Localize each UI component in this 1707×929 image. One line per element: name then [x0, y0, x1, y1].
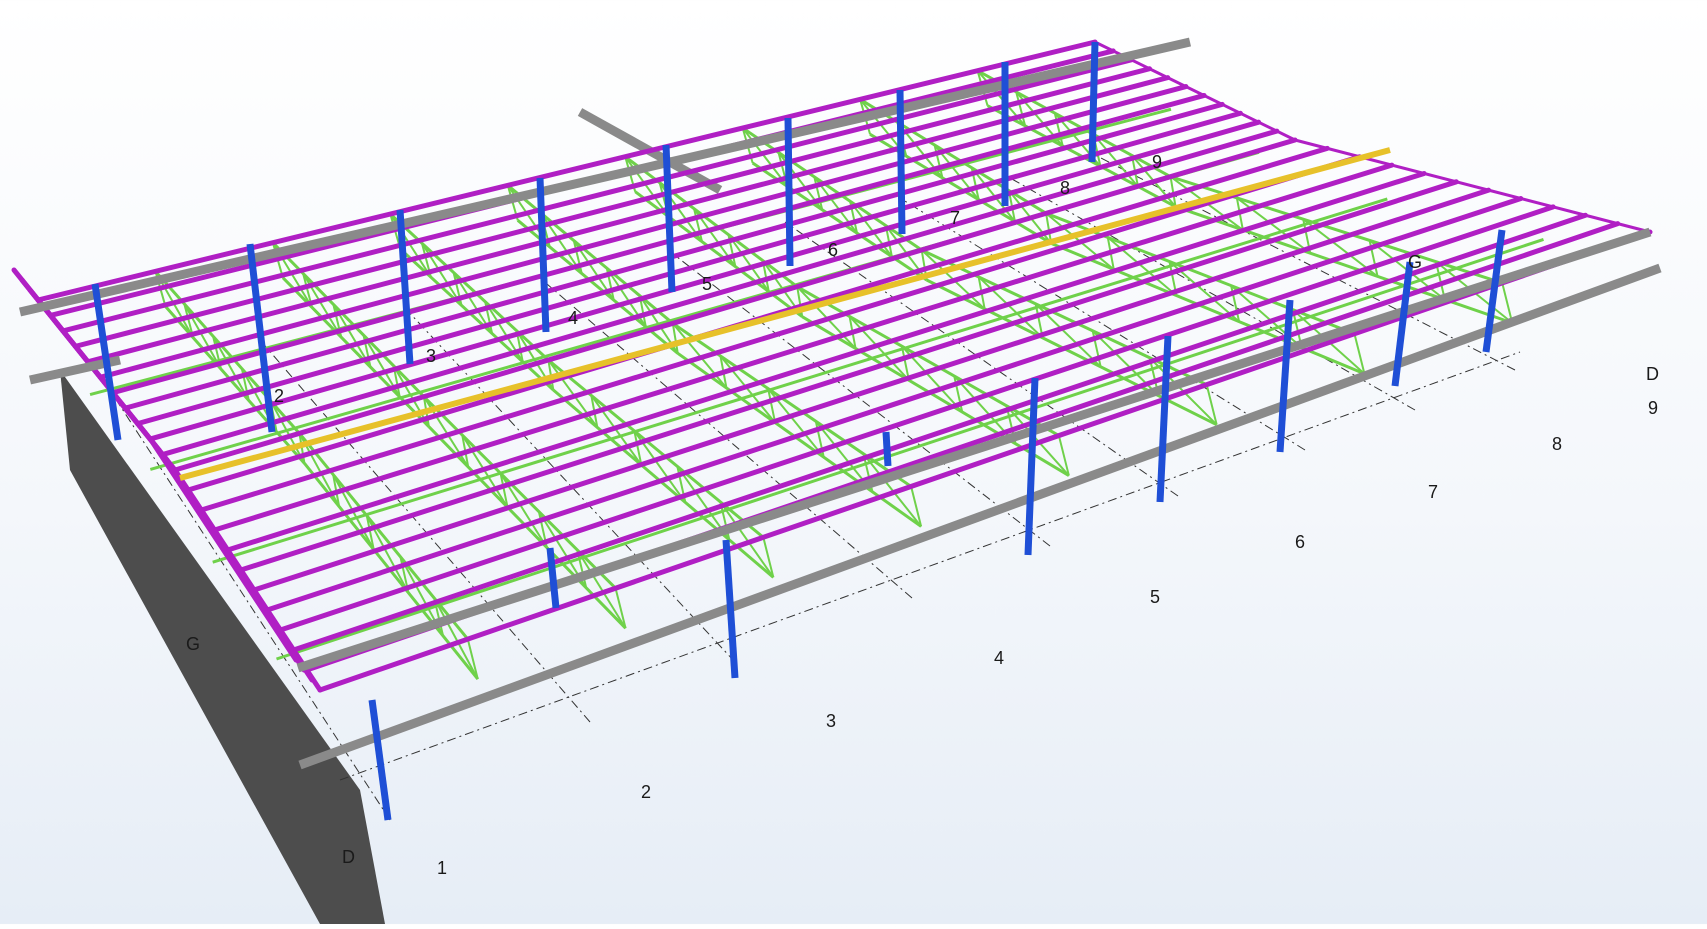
- grid-label-G-left: G: [186, 634, 200, 654]
- structural-model-drawing[interactable]: 1 2 3 4 5 6 7 8 9 G D D G 2 3 4 5 6 7 8 …: [0, 0, 1707, 924]
- back-column: [1088, 41, 1099, 163]
- far-grid-label-2: 2: [274, 386, 284, 406]
- far-grid-label-3: 3: [426, 346, 436, 366]
- grid-label-9: 9: [1648, 398, 1658, 418]
- truss-top-chord: [422, 395, 617, 590]
- front-column: [722, 539, 739, 679]
- grid-label-8: 8: [1552, 434, 1562, 454]
- front-column: [1156, 335, 1172, 503]
- grid-label-6: 6: [1295, 532, 1305, 552]
- interior-column: [882, 431, 892, 467]
- gable-wall-face: [60, 370, 385, 924]
- front-eave-beam: [296, 227, 1652, 673]
- grid-label-D-left: D: [342, 847, 355, 867]
- grid-label-7: 7: [1428, 482, 1438, 502]
- grid-label-3: 3: [826, 711, 836, 731]
- 3d-model-viewport[interactable]: 1 2 3 4 5 6 7 8 9 G D D G 2 3 4 5 6 7 8 …: [0, 0, 1707, 924]
- far-grid-label-8: 8: [1060, 178, 1070, 198]
- truss-bottom-chord: [399, 247, 555, 392]
- back-column: [896, 89, 906, 235]
- truss-top-chord: [389, 212, 550, 362]
- grid-lines: [99, 154, 1521, 821]
- far-grid-label-9: 9: [1152, 152, 1162, 172]
- truss-web: [1353, 333, 1366, 375]
- grid-label-1: 1: [437, 858, 447, 878]
- far-grid-label-4: 4: [568, 308, 578, 328]
- far-grid-label-7: 7: [950, 208, 960, 228]
- truss-top-chord: [506, 184, 674, 325]
- grid-label-5: 5: [1150, 587, 1160, 607]
- back-column: [784, 117, 794, 267]
- purlin: [291, 212, 1588, 653]
- front-column: [1276, 299, 1294, 453]
- truss-top-chord: [1170, 175, 1503, 285]
- grid-label-4: 4: [994, 648, 1004, 668]
- grid-label-2: 2: [641, 782, 651, 802]
- front-column: [368, 699, 392, 821]
- grid-label-G-right: G: [1408, 252, 1422, 272]
- truss-top-chord: [298, 432, 469, 641]
- back-column: [396, 209, 414, 365]
- far-grid-label-6: 6: [828, 240, 838, 260]
- far-grid-label-5: 5: [702, 274, 712, 294]
- grid-label-D-right: D: [1646, 364, 1659, 384]
